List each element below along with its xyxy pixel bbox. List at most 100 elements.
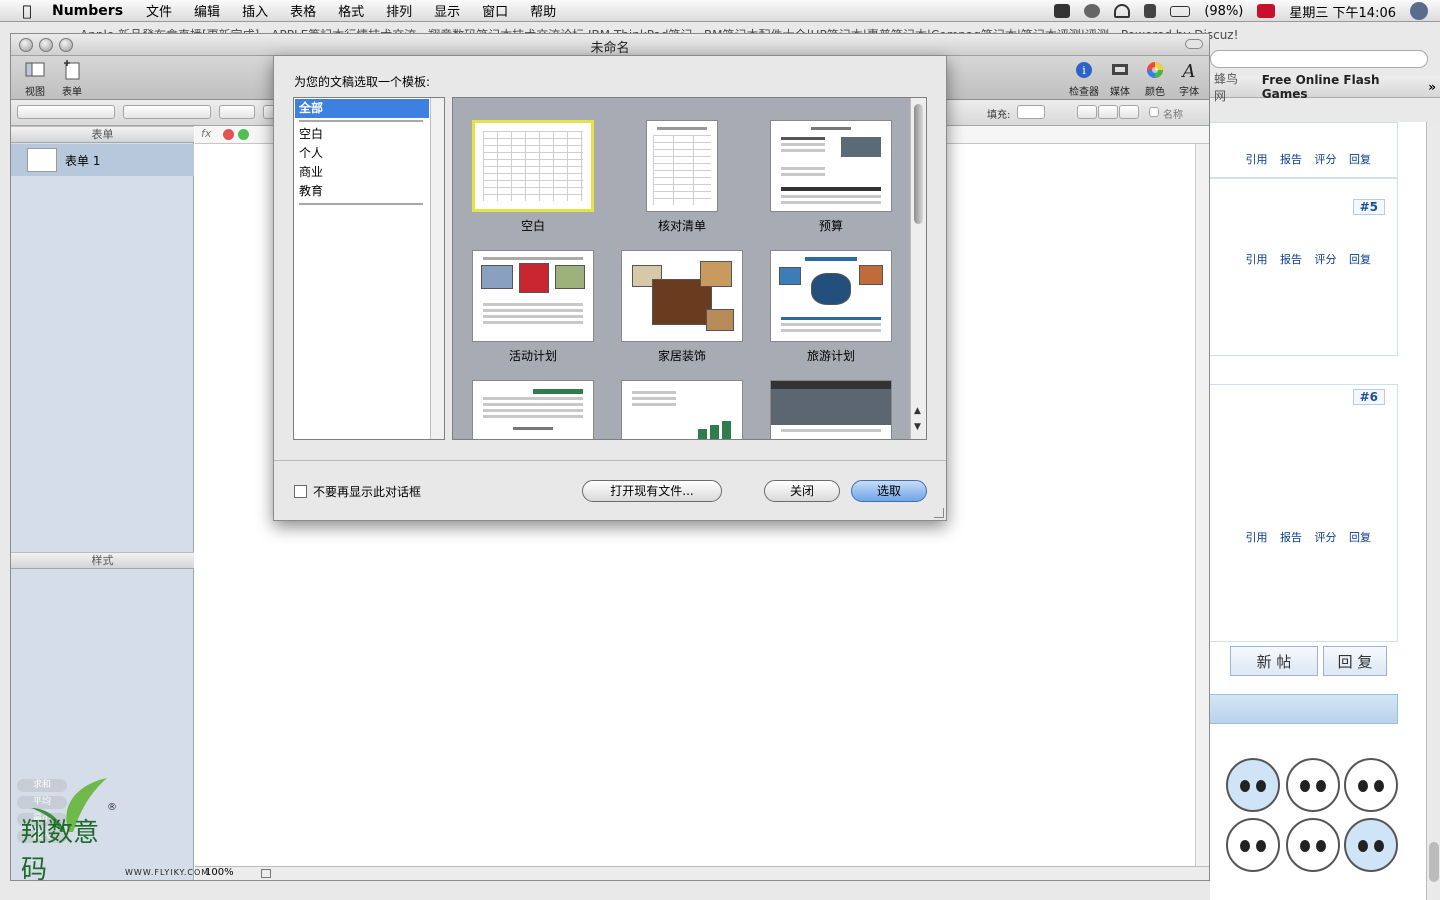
menu-view[interactable]: 显示	[423, 1, 471, 20]
clock[interactable]: 星期三 下午14:06	[1289, 2, 1396, 21]
menu-help[interactable]: 帮助	[519, 1, 567, 20]
media-button[interactable]: 媒体	[1100, 60, 1140, 98]
category-blank[interactable]: 空白	[295, 125, 429, 144]
template-scrollbar[interactable]: ▲ ▼	[910, 98, 926, 439]
template-checklist[interactable]: 核对清单	[621, 120, 743, 234]
qq-icon[interactable]	[1054, 4, 1071, 18]
table-layout-button[interactable]	[1119, 105, 1139, 119]
accept-icon[interactable]	[238, 129, 249, 140]
function-icon[interactable]: fx	[201, 127, 211, 140]
template-budget[interactable]: 预算	[770, 120, 892, 234]
menu-file[interactable]: 文件	[135, 1, 183, 20]
quick-reply-bar	[1210, 694, 1398, 724]
emoticon-icon[interactable]	[1344, 818, 1398, 872]
scroll-up-arrow-icon[interactable]: ▲	[914, 406, 921, 416]
menu-insert[interactable]: 插入	[231, 1, 279, 20]
reply-button[interactable]: 回 复	[1323, 646, 1387, 676]
scroll-thumb[interactable]	[914, 104, 923, 224]
app-menu[interactable]: Numbers	[52, 3, 123, 19]
reply-link[interactable]: 回复	[1349, 253, 1371, 266]
reply-link[interactable]: 回复	[1349, 153, 1371, 166]
scroll-down-arrow-icon[interactable]: ▼	[914, 422, 921, 432]
emoticon-icon[interactable]	[1286, 758, 1340, 812]
quote-link[interactable]: 引用	[1246, 153, 1268, 166]
choose-button[interactable]: 选取	[851, 480, 927, 502]
page-view-icon[interactable]	[261, 869, 271, 878]
font-family-popup[interactable]	[123, 105, 211, 119]
new-post-button[interactable]: 新 帖	[1230, 646, 1318, 676]
menu-table[interactable]: 表格	[279, 1, 327, 20]
sheet-button[interactable]: 表单	[52, 60, 92, 98]
bookmarks-more-icon[interactable]: »	[1428, 80, 1436, 94]
template-event-planner[interactable]: 活动计划	[472, 250, 594, 364]
template-home-improvement[interactable]: 家居装饰	[621, 250, 743, 364]
dont-show-again-label[interactable]: 不要再显示此对话框	[313, 483, 421, 500]
menu-format[interactable]: 格式	[327, 1, 375, 20]
dont-show-again-checkbox[interactable]	[294, 485, 307, 498]
color-wheel-icon	[1147, 62, 1163, 78]
canvas-scrollbar[interactable]	[1195, 144, 1209, 866]
browser-search-field[interactable]	[1210, 50, 1428, 68]
bluetooth-icon[interactable]	[1084, 4, 1101, 18]
table-layout-button[interactable]	[1077, 105, 1097, 119]
open-existing-button[interactable]: 打开现有文件...	[582, 480, 722, 502]
category-education[interactable]: 教育	[295, 182, 429, 201]
battery-icon[interactable]	[1170, 5, 1191, 17]
template-car-comparison[interactable]	[770, 380, 892, 439]
input-method-icon[interactable]	[1257, 4, 1276, 18]
template-thumbnail	[621, 380, 743, 439]
zoom-popup[interactable]: 100%	[205, 867, 234, 878]
logo-text: 翔数意码	[21, 818, 100, 885]
category-all[interactable]: 全部	[295, 99, 429, 118]
template-mortgage[interactable]	[621, 380, 743, 439]
wifi-icon[interactable]	[1114, 4, 1131, 18]
dont-show-again-row[interactable]: 不要再显示此对话框	[294, 483, 421, 500]
category-business[interactable]: 商业	[295, 163, 429, 182]
name-checkbox[interactable]	[1149, 107, 1159, 117]
bookmark-flash-games[interactable]: Free Online Flash Games	[1262, 73, 1428, 101]
post-number[interactable]: #6	[1352, 389, 1385, 405]
resize-grip-icon[interactable]	[934, 508, 944, 518]
emoticon-icon[interactable]	[1344, 758, 1398, 812]
fonts-button[interactable]: A 字体	[1169, 60, 1209, 98]
fill-color-well[interactable]	[1017, 105, 1045, 119]
scroll-thumb[interactable]	[1429, 842, 1439, 882]
browser-scrollbar[interactable]	[1426, 122, 1440, 900]
report-link[interactable]: 报告	[1280, 253, 1302, 266]
quote-link[interactable]: 引用	[1246, 253, 1268, 266]
category-scrollbar[interactable]	[430, 98, 444, 439]
rate-link[interactable]: 评分	[1315, 253, 1337, 266]
font-size-popup[interactable]	[219, 105, 255, 119]
menu-edit[interactable]: 编辑	[183, 1, 231, 20]
template-loan-comparison[interactable]	[472, 380, 594, 439]
bookmark-fengniao[interactable]: 蜂鸟网	[1214, 70, 1250, 104]
template-blank[interactable]: 空白	[472, 120, 594, 234]
emoticon-icon[interactable]	[1286, 818, 1340, 872]
inspector-button[interactable]: i 检查器	[1064, 60, 1104, 98]
view-button[interactable]: 视图	[15, 60, 55, 98]
toolbar-toggle-button[interactable]	[1185, 39, 1203, 49]
sidebar-item-sheet-1[interactable]: 表单 1	[11, 144, 194, 176]
volume-icon[interactable]	[1144, 4, 1157, 18]
spotlight-icon[interactable]	[1410, 2, 1428, 20]
style-popup[interactable]	[17, 105, 115, 119]
template-travel-planner[interactable]: 旅游计划	[770, 250, 892, 364]
reply-link[interactable]: 回复	[1349, 531, 1371, 544]
rate-link[interactable]: 评分	[1315, 153, 1337, 166]
emoticon-icon[interactable]	[1226, 818, 1280, 872]
media-icon	[1112, 64, 1128, 75]
close-button[interactable]: 关闭	[764, 480, 840, 502]
apple-menu-icon[interactable]: 	[12, 2, 42, 20]
menu-arrange[interactable]: 排列	[375, 1, 423, 20]
emoticon-icon[interactable]	[1226, 758, 1280, 812]
report-link[interactable]: 报告	[1280, 153, 1302, 166]
menu-window[interactable]: 窗口	[471, 1, 519, 20]
window-titlebar[interactable]: 未命名	[11, 34, 1209, 56]
cancel-icon[interactable]	[223, 129, 234, 140]
post-number[interactable]: #5	[1352, 199, 1385, 215]
report-link[interactable]: 报告	[1280, 531, 1302, 544]
rate-link[interactable]: 评分	[1315, 531, 1337, 544]
category-personal[interactable]: 个人	[295, 144, 429, 163]
table-layout-button[interactable]	[1098, 105, 1118, 119]
quote-link[interactable]: 引用	[1246, 531, 1268, 544]
